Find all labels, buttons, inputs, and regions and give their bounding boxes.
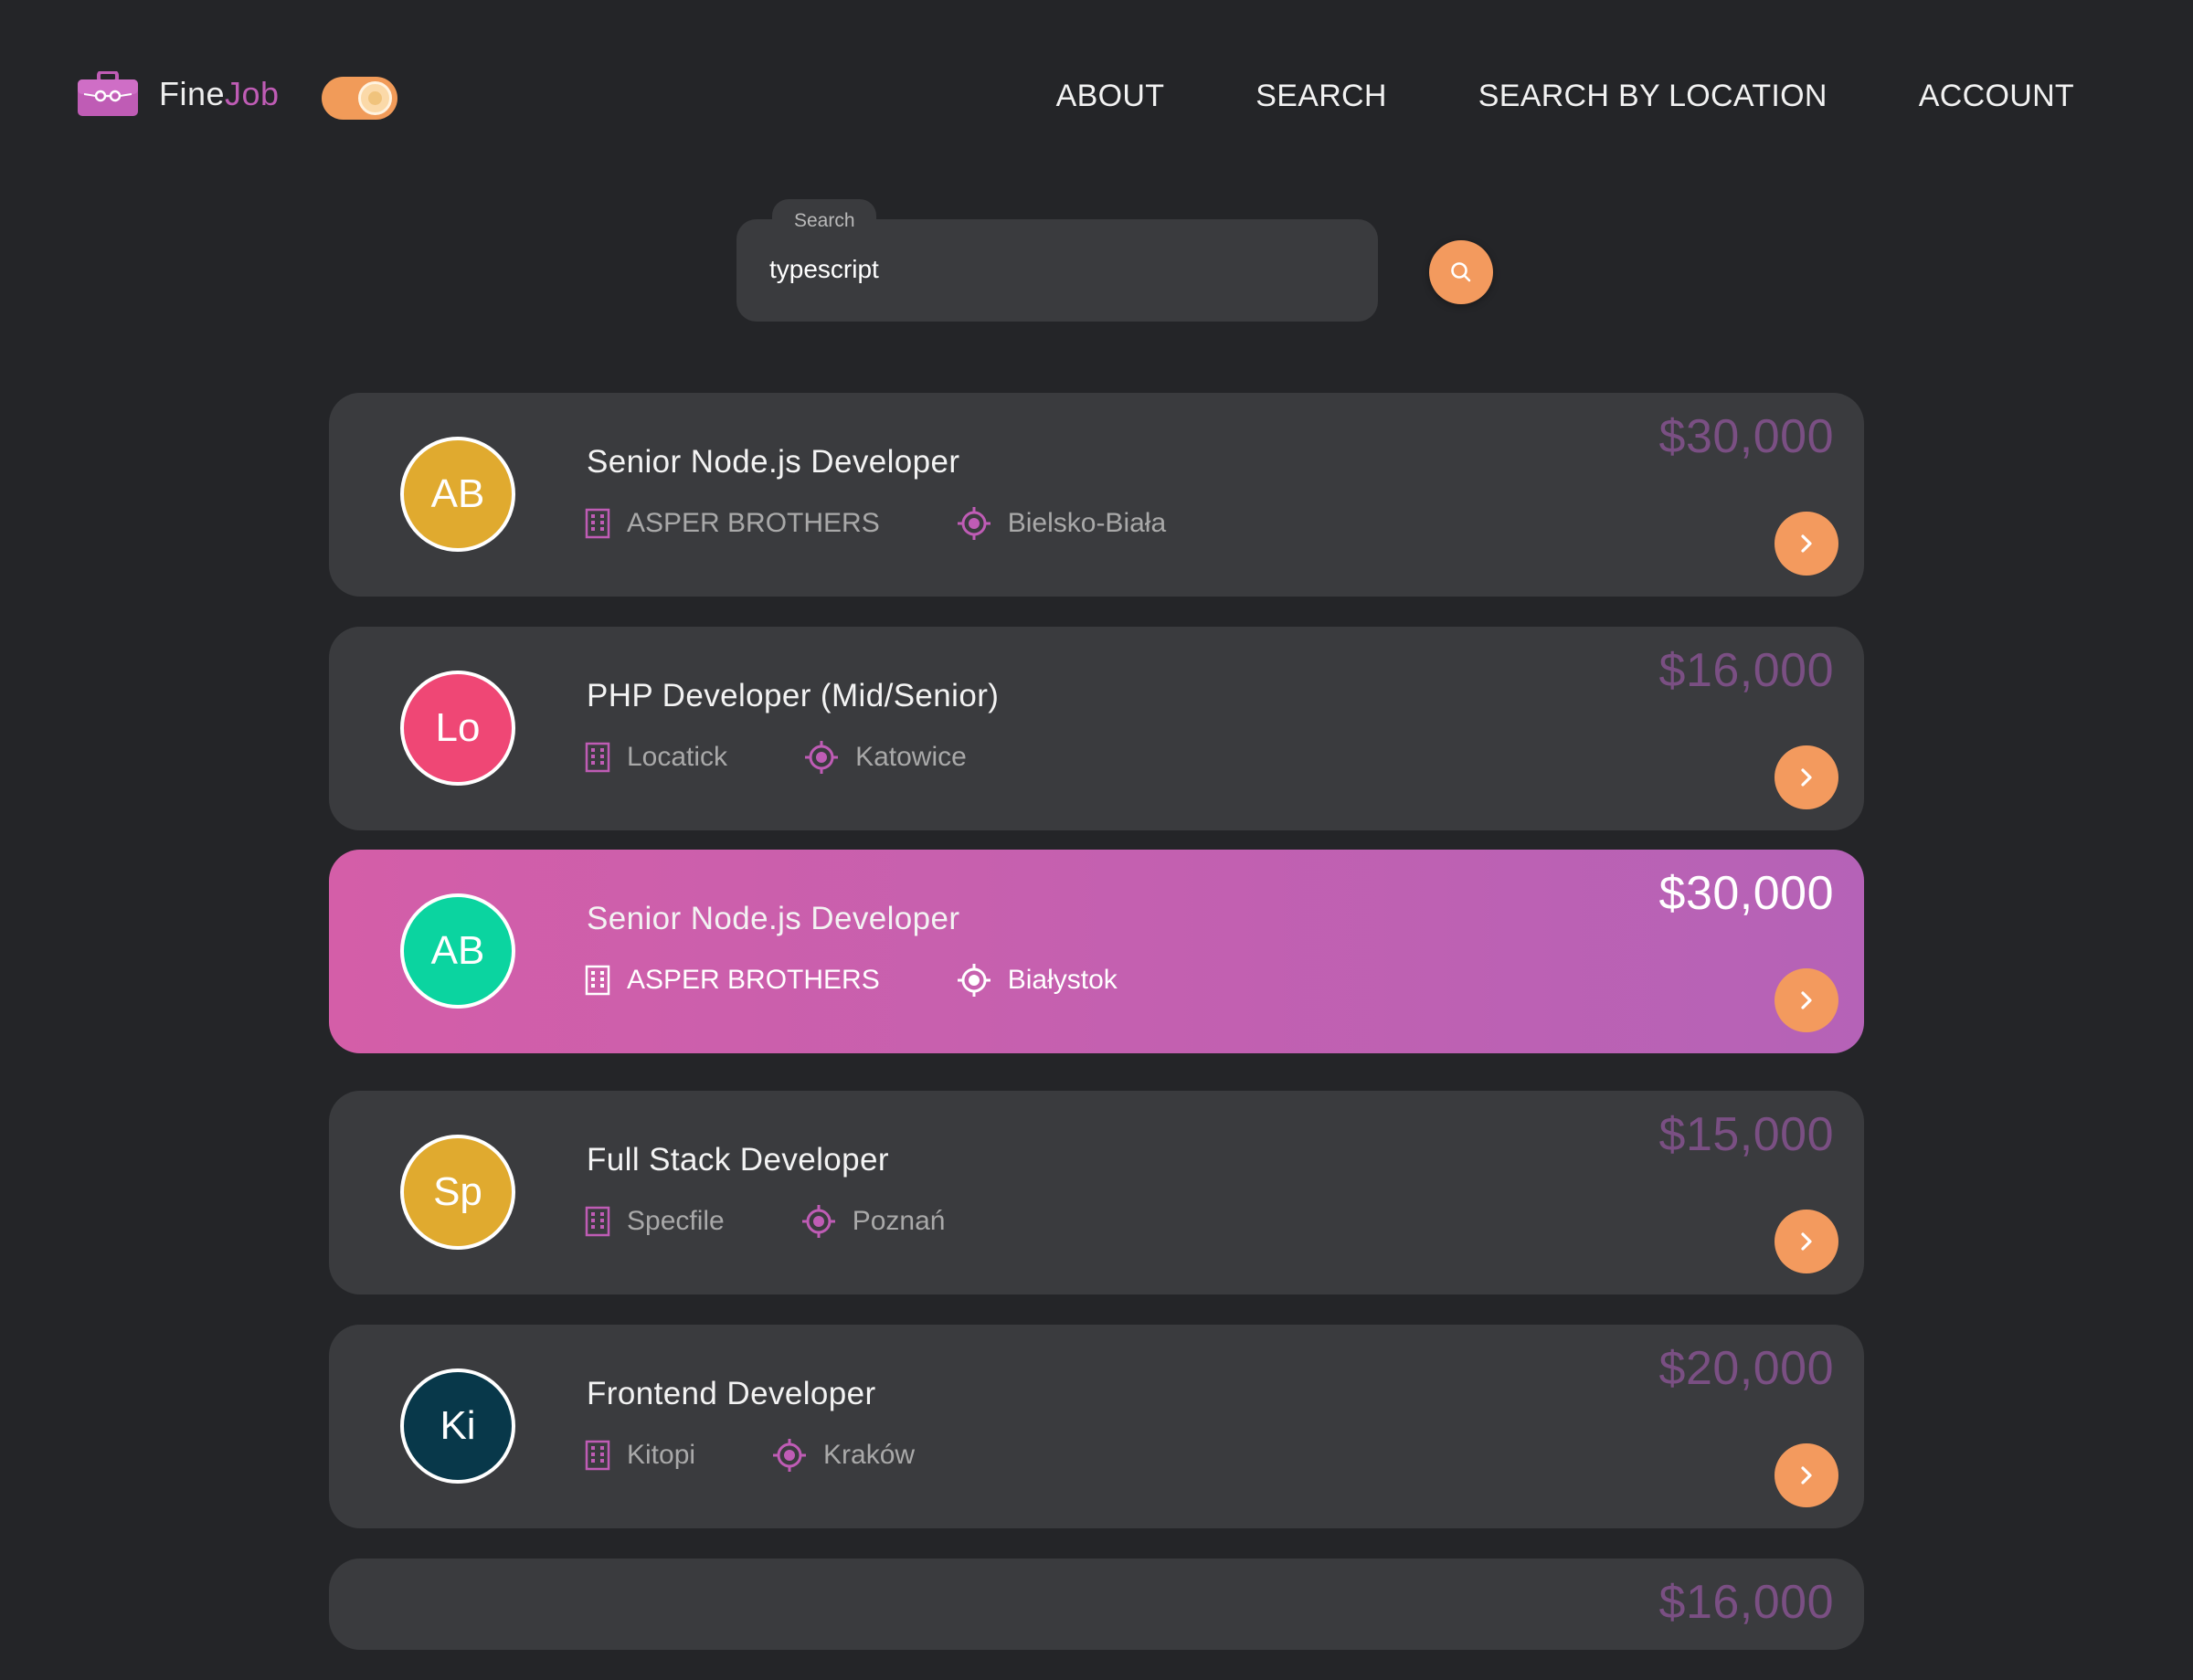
open-job-button[interactable] [1775, 1210, 1838, 1273]
logo-text-accent: Job [225, 75, 280, 112]
company-avatar: Sp [400, 1135, 515, 1250]
building-icon [585, 965, 610, 996]
location-icon [804, 740, 839, 775]
chevron-right-icon [1801, 1232, 1812, 1251]
job-meta: Kitopi Kraków [585, 1438, 915, 1473]
job-card[interactable]: $16,000 [329, 1558, 1864, 1650]
chevron-right-icon [1801, 534, 1812, 553]
logo[interactable]: FineJob [77, 71, 280, 117]
job-title: Senior Node.js Developer [587, 901, 960, 936]
open-job-button[interactable] [1775, 512, 1838, 576]
job-title: PHP Developer (Mid/Senior) [587, 678, 1000, 713]
job-title: Frontend Developer [587, 1376, 876, 1411]
sun-icon [358, 81, 392, 115]
briefcase-icon [78, 71, 138, 116]
job-salary: $20,000 [1658, 1342, 1834, 1395]
open-job-button[interactable] [1775, 745, 1838, 809]
job-salary: $16,000 [1658, 1576, 1834, 1629]
chevron-right-icon [1801, 1466, 1812, 1485]
company-avatar: Lo [400, 671, 515, 786]
job-card-highlighted[interactable]: AB Senior Node.js Developer ASPER BROTHE… [329, 850, 1864, 1053]
job-location: Katowice [855, 742, 967, 772]
location-icon [772, 1438, 807, 1473]
building-icon [585, 508, 610, 539]
location-icon [801, 1204, 836, 1239]
search-icon [1451, 262, 1471, 282]
main-nav: ABOUT SEARCH SEARCH BY LOCATION ACCOUNT [1056, 79, 2074, 114]
search-input[interactable] [769, 247, 1336, 292]
theme-toggle[interactable] [322, 77, 397, 120]
nav-search[interactable]: SEARCH [1255, 79, 1387, 114]
logo-text-main: Fine [159, 75, 226, 112]
building-icon [585, 1440, 610, 1471]
open-job-button[interactable] [1775, 1443, 1838, 1507]
job-salary: $30,000 [1658, 867, 1834, 920]
job-location: Białystok [1007, 965, 1118, 995]
job-salary: $16,000 [1658, 644, 1834, 697]
company-name: Kitopi [627, 1440, 696, 1470]
company-avatar: AB [400, 893, 515, 1009]
job-meta: ASPER BROTHERS Białystok [585, 963, 1118, 998]
job-salary: $15,000 [1658, 1108, 1834, 1161]
job-card[interactable]: Sp Full Stack Developer Specfile Poznań … [329, 1091, 1864, 1294]
nav-search-by-location[interactable]: SEARCH BY LOCATION [1478, 79, 1828, 114]
job-meta: Specfile Poznań [585, 1204, 945, 1239]
job-title: Full Stack Developer [587, 1142, 889, 1178]
company-avatar: AB [400, 437, 515, 552]
search-label: Search [794, 210, 855, 231]
open-job-button[interactable] [1775, 968, 1838, 1032]
job-card[interactable]: Lo PHP Developer (Mid/Senior) Locatick K… [329, 627, 1864, 830]
job-meta: Locatick Katowice [585, 740, 967, 775]
logo-text: FineJob [159, 75, 280, 113]
company-name: ASPER BROTHERS [627, 965, 880, 995]
nav-account[interactable]: ACCOUNT [1919, 79, 2074, 114]
job-location: Kraków [823, 1440, 916, 1470]
building-icon [585, 742, 610, 773]
location-icon [957, 506, 991, 541]
job-salary: $30,000 [1658, 410, 1834, 463]
company-name: Locatick [627, 742, 728, 772]
building-icon [585, 1206, 610, 1237]
job-location: Poznań [852, 1206, 946, 1236]
job-card[interactable]: Ki Frontend Developer Kitopi Kraków $20,… [329, 1325, 1864, 1528]
company-name: ASPER BROTHERS [627, 508, 880, 538]
nav-about[interactable]: ABOUT [1056, 79, 1165, 114]
company-avatar: Ki [400, 1368, 515, 1484]
job-title: Senior Node.js Developer [587, 444, 960, 480]
job-list: AB Senior Node.js Developer ASPER BROTHE… [329, 393, 1864, 1680]
search-button[interactable] [1429, 240, 1493, 304]
chevron-right-icon [1801, 768, 1812, 787]
job-card[interactable]: AB Senior Node.js Developer ASPER BROTHE… [329, 393, 1864, 597]
job-location: Bielsko-Biała [1007, 508, 1167, 538]
location-icon [957, 963, 991, 998]
chevron-right-icon [1801, 991, 1812, 1009]
company-name: Specfile [627, 1206, 725, 1236]
job-meta: ASPER BROTHERS Bielsko-Biała [585, 506, 1166, 541]
